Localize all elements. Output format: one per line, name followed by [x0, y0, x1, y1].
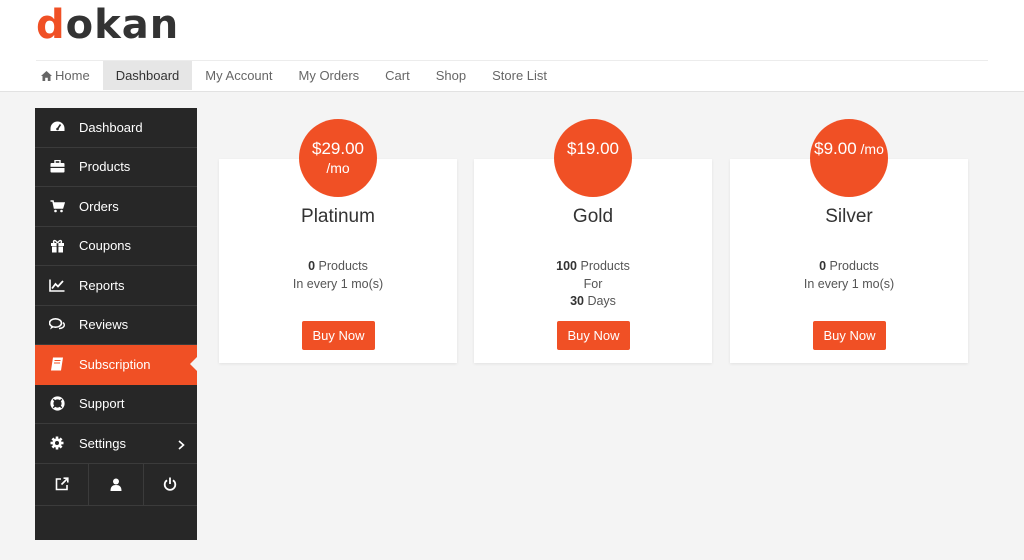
- gear-icon: [49, 435, 65, 451]
- sidebar-item-label: Reports: [79, 277, 125, 293]
- visit-store-button[interactable]: [35, 463, 90, 505]
- price-amount: $29.00: [312, 139, 364, 158]
- comments-icon: [49, 317, 65, 333]
- days-count: 30: [570, 294, 584, 308]
- book-icon: [49, 356, 65, 372]
- home-icon: [41, 71, 52, 81]
- products-label: Products: [577, 259, 630, 273]
- nav-cart[interactable]: Cart: [372, 61, 423, 90]
- power-icon: [164, 477, 177, 491]
- sidebar-item-label: Settings: [79, 435, 126, 451]
- price-amount: $19.00: [567, 139, 619, 158]
- price-badge: $19.00: [554, 119, 632, 197]
- products-label: Products: [315, 259, 368, 273]
- price-amount-line: $9.00 /mo: [810, 139, 888, 159]
- products-count: 100: [556, 259, 578, 273]
- site-header: dokan Home Dashboard My Account My Order…: [0, 0, 1024, 92]
- nav-home-label: Home: [55, 68, 90, 83]
- dashboard-gauge-icon: [49, 119, 65, 135]
- days-label: Days: [583, 294, 616, 308]
- sidebar-item-support[interactable]: Support: [35, 385, 197, 424]
- plan-details: 100 Products For 30 Days: [474, 258, 712, 311]
- sidebar-item-dashboard[interactable]: Dashboard: [35, 108, 197, 148]
- for-label: For: [583, 276, 603, 291]
- sidebar-bottom-actions: [35, 463, 197, 506]
- billing-cycle: In every 1 mo(s): [292, 276, 384, 291]
- buy-now-button[interactable]: Buy Now: [813, 321, 886, 350]
- nav-shop[interactable]: Shop: [423, 61, 479, 90]
- sidebar-item-label: Dashboard: [79, 119, 143, 135]
- billing-cycle: In every 1 mo(s): [803, 276, 895, 291]
- line-chart-icon: [49, 277, 65, 293]
- nav-dashboard[interactable]: Dashboard: [102, 61, 193, 90]
- buy-now-button[interactable]: Buy Now: [557, 321, 630, 350]
- price-badge: $9.00 /mo: [810, 119, 888, 197]
- gift-icon: [49, 238, 65, 254]
- products-label: Products: [826, 259, 879, 273]
- price-badge: $29.00 /mo: [299, 119, 377, 197]
- sidebar-item-label: Products: [79, 159, 131, 175]
- chevron-right-icon: [178, 438, 185, 453]
- price-amount: $9.00: [814, 139, 857, 158]
- edit-account-button[interactable]: [89, 463, 144, 505]
- plan-details: 0 Products In every 1 mo(s): [730, 258, 968, 293]
- sidebar-item-label: Reviews: [79, 317, 129, 333]
- sidebar-item-reviews[interactable]: Reviews: [35, 306, 197, 345]
- sidebar-item-label: Subscription: [79, 356, 151, 372]
- sidebar-item-coupons[interactable]: Coupons: [35, 227, 197, 266]
- sidebar-item-label: Orders: [79, 198, 119, 214]
- sidebar-item-orders[interactable]: Orders: [35, 187, 197, 227]
- briefcase-icon: [49, 159, 65, 175]
- lifebuoy-icon: [49, 396, 65, 412]
- nav-home[interactable]: Home: [36, 61, 103, 90]
- nav-my-account[interactable]: My Account: [192, 61, 285, 90]
- plan-details: 0 Products In every 1 mo(s): [219, 258, 457, 293]
- buy-now-button[interactable]: Buy Now: [302, 321, 375, 350]
- plan-name: Platinum: [301, 206, 375, 227]
- price-period: /mo: [326, 160, 350, 176]
- sidebar-item-settings[interactable]: Settings: [35, 424, 197, 464]
- plan-name: Silver: [825, 206, 873, 227]
- dokan-logo[interactable]: dokan: [36, 2, 179, 48]
- sidebar-item-reports[interactable]: Reports: [35, 266, 197, 306]
- external-link-icon: [55, 477, 69, 491]
- sidebar-item-label: Support: [79, 396, 125, 412]
- sidebar-item-subscription[interactable]: Subscription: [35, 345, 198, 385]
- nav-my-orders[interactable]: My Orders: [286, 61, 373, 90]
- sidebar-item-products[interactable]: Products: [35, 148, 197, 187]
- plan-name: Gold: [572, 206, 614, 227]
- dashboard-sidebar: Dashboard Products Orders Coupons Report…: [35, 108, 198, 540]
- cart-icon: [49, 198, 65, 214]
- sidebar-item-label: Coupons: [79, 238, 132, 254]
- user-icon: [110, 478, 122, 491]
- nav-store-list[interactable]: Store List: [479, 61, 560, 90]
- price-period: /mo: [856, 141, 884, 157]
- top-navigation: Home Dashboard My Account My Orders Cart…: [36, 60, 988, 90]
- logout-button[interactable]: [144, 464, 197, 505]
